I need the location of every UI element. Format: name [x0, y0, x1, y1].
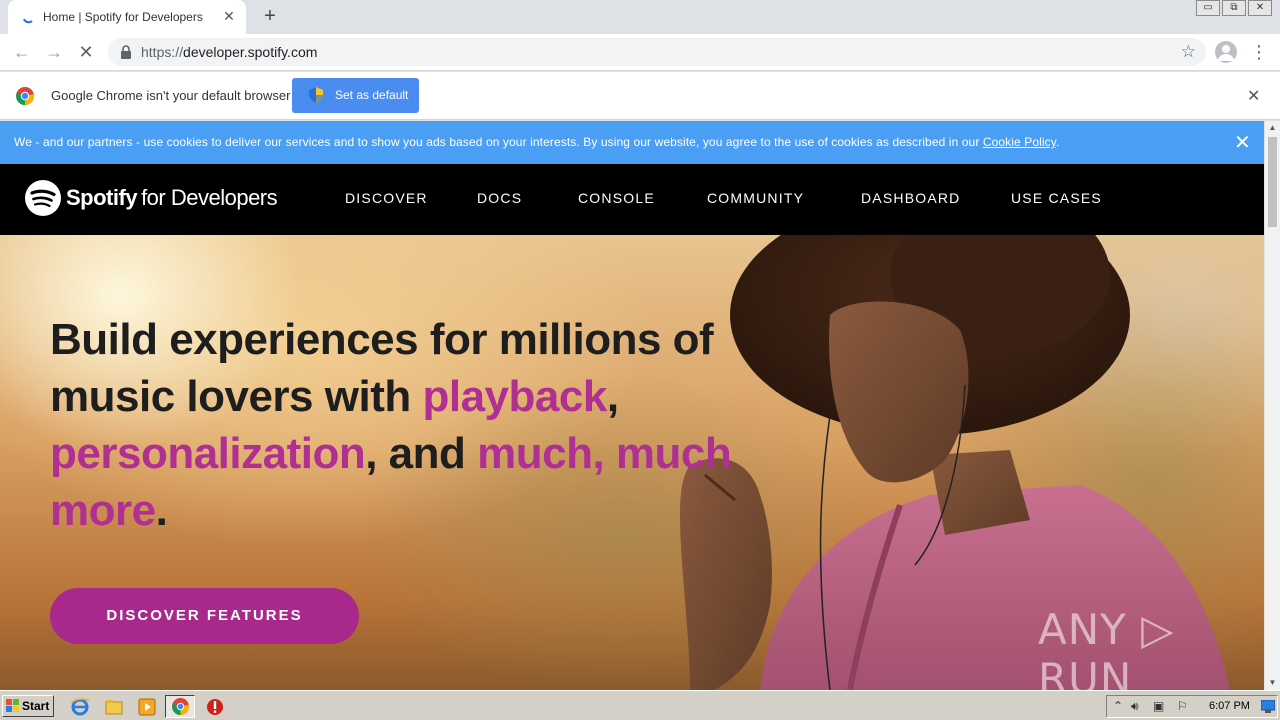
chrome-taskbar-button[interactable]	[165, 695, 195, 718]
anyrun-watermark: ANY ▷ RUN	[1038, 605, 1175, 690]
bookmark-star-icon[interactable]: ☆	[1181, 42, 1196, 62]
tab-spotify-developers[interactable]: Home | Spotify for Developers ✕	[8, 0, 246, 34]
restore-button[interactable]: ⧉	[1222, 0, 1246, 16]
system-tray: ⌃ 🔊︎ ▣ ⚐ 6:07 PM	[1106, 695, 1278, 718]
taskbar-clock[interactable]: 6:07 PM	[1209, 700, 1250, 712]
cookie-message: We - and our partners - use cookies to d…	[14, 135, 983, 149]
tab-strip: Home | Spotify for Developers ✕ + ▭ ⧉ ✕	[0, 0, 1280, 34]
hero-headline: Build experiences for millions of music …	[50, 311, 770, 539]
logo-subtitle: for Developers	[141, 185, 278, 210]
set-as-default-button[interactable]: Set as default	[292, 78, 419, 113]
browser-toolbar: ← → ✕ https://developer.spotify.com ☆ ⋮	[0, 34, 1280, 71]
chrome-taskbar-icon	[172, 698, 189, 715]
chrome-menu-icon[interactable]: ⋮	[1250, 41, 1268, 63]
cookie-close-icon[interactable]: ✕	[1234, 130, 1251, 155]
nav-docs[interactable]: DOCS	[477, 190, 522, 206]
profile-avatar-icon[interactable]	[1215, 41, 1237, 63]
hero-text-3: , and	[365, 429, 478, 478]
internet-explorer-icon[interactable]	[70, 697, 90, 717]
set-as-default-label: Set as default	[335, 88, 409, 102]
lock-icon	[121, 45, 131, 59]
nav-use-cases[interactable]: USE CASES	[1011, 190, 1102, 206]
page-viewport: We - and our partners - use cookies to d…	[0, 121, 1264, 690]
new-tab-button[interactable]: +	[258, 4, 282, 28]
discover-features-button[interactable]: DISCOVER FEATURES	[50, 588, 359, 644]
loading-spinner-icon	[23, 18, 33, 24]
show-desktop-icon[interactable]	[1261, 700, 1275, 713]
logo-wordmark: Spotify	[66, 185, 138, 210]
address-bar[interactable]: https://developer.spotify.com ☆	[108, 38, 1206, 66]
uac-shield-icon	[309, 87, 323, 103]
chrome-logo-icon	[16, 87, 34, 105]
tab-title: Home | Spotify for Developers	[43, 10, 203, 24]
default-browser-infobar: Google Chrome isn't your default browser…	[0, 72, 1280, 120]
file-explorer-icon[interactable]	[104, 697, 124, 717]
scroll-down-arrow-icon[interactable]: ▼	[1265, 676, 1280, 690]
url-text: https://developer.spotify.com	[141, 44, 317, 60]
cookie-banner-text: We - and our partners - use cookies to d…	[14, 135, 1059, 149]
window-controls: ▭ ⧉ ✕	[1196, 0, 1272, 18]
page-scrollbar[interactable]: ▲ ▼	[1264, 121, 1280, 690]
url-scheme: https://	[141, 44, 184, 60]
nav-community[interactable]: COMMUNITY	[707, 190, 804, 206]
hero-section: Build experiences for millions of music …	[0, 235, 1264, 690]
minimize-button[interactable]: ▭	[1196, 0, 1220, 16]
infobar-message: Google Chrome isn't your default browser	[51, 88, 291, 103]
back-arrow-icon[interactable]: ←	[10, 40, 34, 64]
close-window-button[interactable]: ✕	[1248, 0, 1272, 16]
nav-console[interactable]: CONSOLE	[578, 190, 655, 206]
action-center-flag-icon[interactable]: ⚐	[1177, 699, 1188, 713]
tray-expand-icon[interactable]: ⌃	[1113, 699, 1123, 713]
nav-discover[interactable]: DISCOVER	[345, 190, 428, 206]
site-header: Spotify for Developers DISCOVER DOCS CON…	[0, 164, 1264, 235]
nav-dashboard[interactable]: DASHBOARD	[861, 190, 960, 206]
scroll-up-arrow-icon[interactable]: ▲	[1265, 121, 1280, 135]
windows-taskbar: Start ⌃ 🔊︎ ▣ ⚐ 6:07 PM	[0, 690, 1280, 720]
spotify-logo-icon	[25, 180, 61, 216]
infobar-close-icon[interactable]: ✕	[1247, 86, 1260, 106]
hero-text-2: ,	[606, 372, 619, 421]
stop-sign-icon[interactable]	[205, 697, 225, 717]
start-button[interactable]: Start	[2, 695, 54, 717]
media-player-icon[interactable]	[137, 697, 157, 717]
stop-loading-icon[interactable]: ✕	[74, 40, 98, 64]
cookie-policy-link[interactable]: Cookie Policy	[983, 135, 1056, 149]
tab-close-icon[interactable]: ✕	[220, 7, 238, 25]
cookie-suffix: .	[1055, 135, 1060, 149]
volume-icon[interactable]: 🔊︎	[1131, 699, 1139, 714]
hero-accent-playback: playback	[422, 372, 607, 421]
forward-arrow-icon[interactable]: →	[42, 40, 66, 64]
scrollbar-thumb[interactable]	[1268, 137, 1277, 227]
spotify-developers-logo[interactable]: Spotify for Developers	[25, 180, 278, 216]
network-icon[interactable]: ▣	[1153, 699, 1164, 713]
url-host: developer.spotify.com	[183, 44, 318, 60]
windows-flag-icon	[6, 699, 19, 712]
hero-text-4: .	[155, 486, 168, 535]
cookie-banner: We - and our partners - use cookies to d…	[0, 121, 1264, 164]
start-label: Start	[22, 699, 50, 713]
hero-accent-personalization: personalization	[50, 429, 366, 478]
